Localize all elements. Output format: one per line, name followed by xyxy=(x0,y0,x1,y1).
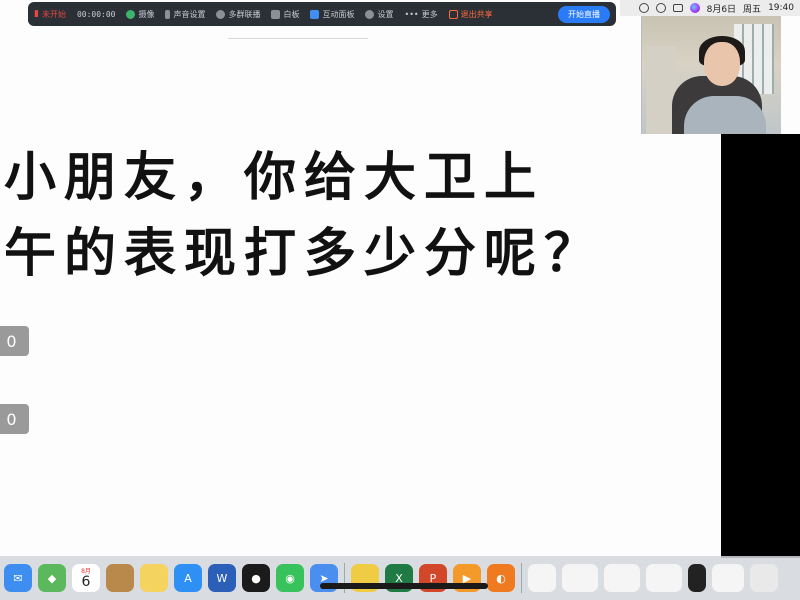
slide-line-2: 午的表现打多少分呢？ xyxy=(4,224,605,284)
siri-icon[interactable] xyxy=(689,3,700,13)
document-thumbnail[interactable] xyxy=(528,564,556,592)
signal-icon: ▮ xyxy=(34,9,39,19)
toolbar-item-audio[interactable]: 声音设置 xyxy=(165,9,205,20)
maps-app-icon[interactable]: ◆ xyxy=(38,564,66,592)
menu-bar: 8月6日 周五 19:40 xyxy=(620,0,800,16)
window-thumbnail[interactable] xyxy=(562,564,598,592)
toolbar-item-settings[interactable]: 设置 xyxy=(365,9,393,20)
window-thumbnail[interactable] xyxy=(688,564,706,592)
menubar-weekday: 周五 xyxy=(743,4,762,15)
word-app-icon[interactable]: W xyxy=(208,564,236,592)
gear-icon xyxy=(365,9,375,19)
toolbar-item-multi-group[interactable]: 多群联播 xyxy=(216,9,260,20)
exit-icon xyxy=(448,9,458,19)
toolbar-item-whiteboard[interactable]: 白板 xyxy=(271,9,299,20)
timer-label: 00:00:00 xyxy=(76,9,116,19)
interactive-panel-icon xyxy=(310,9,320,19)
black-panel xyxy=(721,134,800,558)
meeting-toolbar: ▮ 未开始 00:00:00 摄像 声音设置 多群联播 白板 互动面板 设置 •… xyxy=(28,2,616,26)
whiteboard-icon xyxy=(271,9,281,19)
calendar-app-icon[interactable]: 8月 6 xyxy=(72,564,100,592)
mail-app-icon[interactable]: ✉ xyxy=(4,564,32,592)
notes-app-icon[interactable] xyxy=(140,564,168,592)
toolbar-item-more[interactable]: ••• 更多 xyxy=(404,9,437,20)
toolbar-handle[interactable] xyxy=(228,38,368,39)
webcam-preview[interactable] xyxy=(641,16,781,134)
app-store-icon[interactable]: A xyxy=(174,564,202,592)
camera-icon xyxy=(126,9,136,19)
window-thumbnail[interactable] xyxy=(712,564,744,592)
score-badge[interactable]: 0 xyxy=(0,326,29,356)
trash-icon[interactable] xyxy=(750,564,778,592)
toolbar-item-interactive-panel[interactable]: 互动面板 xyxy=(310,9,354,20)
screen-mirror-icon[interactable] xyxy=(638,3,649,13)
search-icon[interactable] xyxy=(655,3,666,13)
more-icon: ••• xyxy=(404,9,419,19)
qq-app-icon[interactable]: ● xyxy=(242,564,270,592)
tool-app-icon[interactable]: ◐ xyxy=(487,564,515,592)
recording-status[interactable]: ▮ 未开始 xyxy=(34,9,66,20)
menubar-date: 8月6日 xyxy=(706,4,737,15)
slide-question: 小朋友，你给大卫上 午的表现打多少分呢？ xyxy=(4,140,704,292)
menubar-time[interactable]: 19:40 xyxy=(768,3,794,13)
control-center-icon[interactable] xyxy=(672,4,683,12)
scrollbar-thumb[interactable] xyxy=(320,583,488,589)
window-thumbnail[interactable] xyxy=(646,564,682,592)
microphone-icon xyxy=(165,9,171,19)
dock: ✉ ◆ 8月 6 A W ● ◉ ➤ X P ▶ ◐ xyxy=(0,556,800,600)
score-badge[interactable]: 0 xyxy=(0,404,29,434)
wechat-app-icon[interactable]: ◉ xyxy=(276,564,304,592)
exit-share-button[interactable]: 退出共享 xyxy=(448,9,493,20)
window-thumbnail[interactable] xyxy=(604,564,640,592)
toolbar-item-camera[interactable]: 摄像 xyxy=(126,9,154,20)
slide-line-1: 小朋友，你给大卫上 xyxy=(4,148,545,208)
notes-brown-app-icon[interactable] xyxy=(106,564,134,592)
start-live-button[interactable]: 开始直播 xyxy=(558,5,610,23)
dock-separator xyxy=(521,563,522,593)
multi-group-icon xyxy=(216,9,226,19)
recording-status-label: 未开始 xyxy=(41,9,66,19)
timer: 00:00:00 xyxy=(77,10,116,19)
